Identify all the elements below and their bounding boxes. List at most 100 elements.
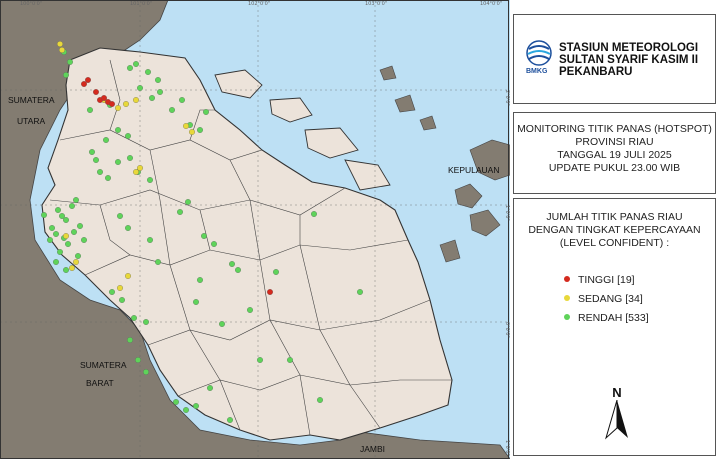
hotspot-rendah: [235, 267, 241, 273]
hotspot-rendah: [135, 357, 141, 363]
legend-dot-red: [564, 276, 570, 282]
info-line-2: PROVINSI RIAU: [575, 136, 654, 148]
hotspot-sedang: [115, 105, 121, 111]
tick-top: 102°0'0": [248, 1, 270, 7]
hotspot-sedang: [125, 273, 131, 279]
hotspot-rendah: [287, 357, 293, 363]
bmkg-logo-icon: BMKG: [526, 40, 552, 75]
legend-title-3: (LEVEL CONFIDENT) :: [559, 237, 670, 249]
svg-text:BMKG: BMKG: [526, 68, 548, 75]
hotspot-rendah: [143, 369, 149, 375]
hotspot-rendah: [127, 155, 133, 161]
hotspot-tinggi: [93, 89, 99, 95]
bmkg-logo: BMKG: [524, 39, 554, 75]
hotspot-rendah: [97, 169, 103, 175]
info-line-1: MONITORING TITIK PANAS (HOTSPOT): [517, 123, 712, 135]
tick-right: 1°0'0": [504, 205, 510, 221]
station-line-2: SULTAN SYARIF KASIM II: [559, 54, 699, 66]
hotspot-rendah: [105, 175, 111, 181]
hotspot-rendah: [71, 229, 77, 235]
legend-label: SEDANG [34]: [578, 293, 643, 305]
hotspot-rendah: [157, 89, 163, 95]
hotspot-rendah: [133, 61, 139, 67]
hotspot-rendah: [211, 241, 217, 247]
tick-top: 100°0'0": [20, 1, 42, 7]
tick-top: 104°0'0": [480, 1, 502, 7]
legend-title-1: JUMLAH TITIK PANAS RIAU: [546, 211, 683, 223]
hotspot-rendah: [57, 249, 63, 255]
hotspot-rendah: [357, 289, 363, 295]
hotspot-rendah: [87, 107, 93, 113]
hotspot-rendah: [131, 315, 137, 321]
hotspot-sedang: [123, 101, 129, 107]
station-line-1: STASIUN METEOROLOGI: [559, 42, 699, 54]
hotspot-sedang: [189, 129, 195, 135]
legend-box: JUMLAH TITIK PANAS RIAU DENGAN TINGKAT K…: [513, 198, 716, 456]
hotspot-sedang: [183, 123, 189, 129]
hotspot-rendah: [125, 133, 131, 139]
hotspot-rendah: [145, 69, 151, 75]
hotspot-rendah: [53, 231, 59, 237]
hotspot-rendah: [193, 299, 199, 305]
legend-item-rendah: RENDAH [533]: [564, 312, 649, 324]
hotspot-sedang: [69, 265, 75, 271]
hotspot-rendah: [201, 233, 207, 239]
label-sumatera-barat-1: SUMATERA: [80, 360, 127, 370]
hotspot-sedang: [73, 259, 79, 265]
hotspot-rendah: [117, 213, 123, 219]
hotspot-rendah: [229, 261, 235, 267]
hotspot-rendah: [119, 297, 125, 303]
hotspot-tinggi: [85, 77, 91, 83]
north-arrow: N: [602, 385, 632, 441]
legend-label: TINGGI [19]: [578, 274, 635, 286]
hotspot-sedang: [59, 47, 65, 53]
hotspot-rendah: [169, 107, 175, 113]
label-sumatera-utara-1: SUMATERA: [8, 95, 55, 105]
hotspot-rendah: [227, 417, 233, 423]
hotspot-rendah: [53, 259, 59, 265]
legend-label: RENDAH [533]: [578, 312, 649, 324]
hotspot-rendah: [197, 277, 203, 283]
legend-dot-green: [564, 314, 570, 320]
legend-item-sedang: SEDANG [34]: [564, 293, 643, 305]
hotspot-rendah: [173, 399, 179, 405]
hotspot-sedang: [137, 165, 143, 171]
hotspot-rendah: [109, 289, 115, 295]
hotspot-rendah: [47, 237, 53, 243]
label-sumatera-barat-2: BARAT: [86, 378, 114, 388]
hotspot-rendah: [63, 72, 69, 78]
label-jambi: JAMBI: [360, 444, 385, 454]
hotspot-rendah: [73, 197, 79, 203]
label-kepulauan: KEPULAUAN: [448, 165, 500, 175]
hotspot-tinggi: [109, 101, 115, 107]
north-label: N: [612, 385, 622, 400]
hotspot-sedang: [133, 97, 139, 103]
tick-top: 101°0'0": [130, 1, 152, 7]
hotspot-rendah: [155, 259, 161, 265]
hotspot-rendah: [183, 407, 189, 413]
north-arrow-icon: [605, 399, 628, 440]
hotspot-rendah: [63, 267, 69, 273]
hotspot-rendah: [219, 321, 225, 327]
hotspot-tinggi: [267, 289, 273, 295]
hotspot-rendah: [143, 319, 149, 325]
hotspot-rendah: [155, 77, 161, 83]
tick-top: 103°0'0": [365, 1, 387, 7]
station-line-3: PEKANBARU: [559, 66, 633, 78]
hotspot-rendah: [115, 127, 121, 133]
hotspot-rendah: [127, 65, 133, 71]
station-name: STASIUN METEOROLOGI SULTAN SYARIF KASIM …: [559, 42, 698, 78]
hotspot-rendah: [125, 225, 131, 231]
info-box: MONITORING TITIK PANAS (HOTSPOT) PROVINS…: [513, 112, 716, 194]
hotspot-sedang: [57, 41, 63, 47]
hotspot-rendah: [149, 95, 155, 101]
hotspot-rendah: [311, 211, 317, 217]
legend-title-2: DENGAN TINGKAT KEPERCAYAAN: [528, 224, 701, 236]
legend-dot-yellow: [564, 295, 570, 301]
hotspot-rendah: [115, 159, 121, 165]
hotspot-rendah: [81, 237, 87, 243]
hotspot-rendah: [177, 209, 183, 215]
hotspot-rendah: [317, 397, 323, 403]
hotspot-rendah: [203, 109, 209, 115]
hotspot-rendah: [137, 85, 143, 91]
